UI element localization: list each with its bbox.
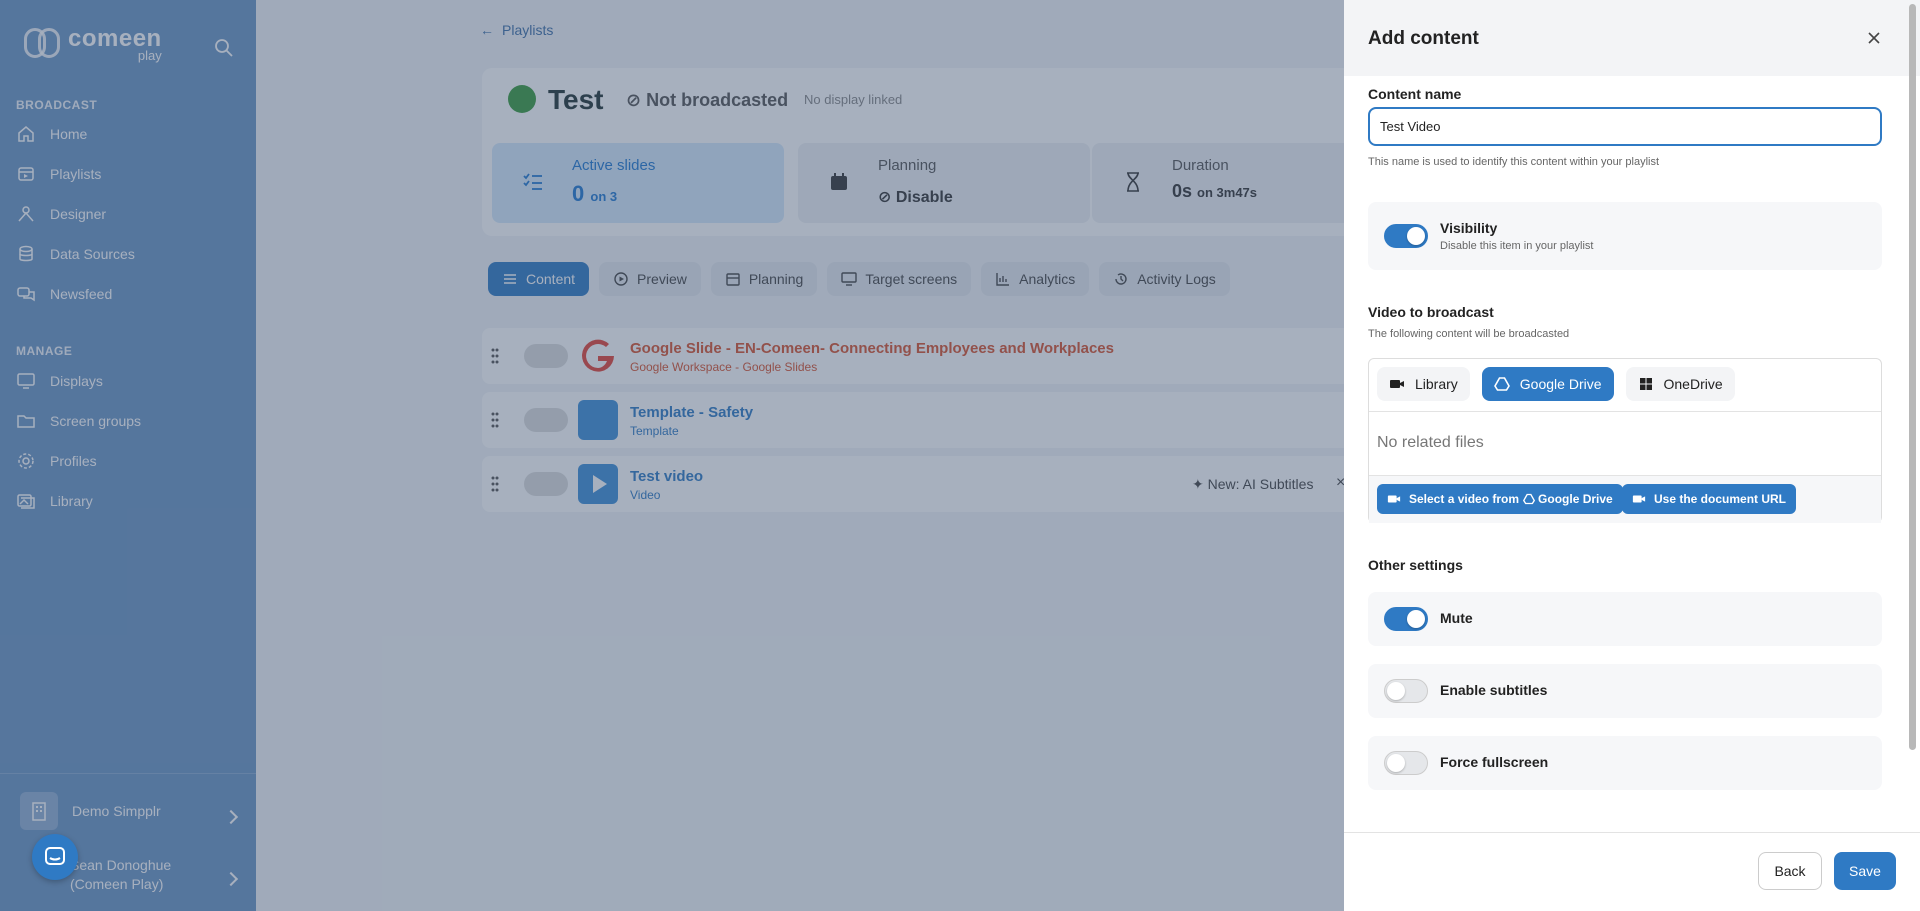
save-button[interactable]: Save [1834,852,1896,890]
chat-launcher-button[interactable] [32,834,78,880]
add-content-drawer: Add content Content name This name is us… [1344,0,1920,911]
source-tabs: Library Google Drive OneDrive [1377,367,1735,401]
content-name-label: Content name [1368,86,1462,102]
back-button[interactable]: Back [1758,852,1822,890]
close-icon[interactable] [1866,30,1882,46]
video-label: Video to broadcast [1368,304,1494,320]
google-drive-icon [1523,493,1536,505]
fullscreen-label: Force fullscreen [1440,754,1549,770]
windows-icon [1639,378,1652,390]
divider [1369,411,1881,412]
fullscreen-card: Force fullscreen [1368,736,1882,790]
video-hint: The following content will be broadcaste… [1368,328,1570,340]
source-actions: Select a video from Google Drive Use the… [1369,475,1881,523]
video-camera-icon [1387,495,1401,503]
subtitles-card: Enable subtitles [1368,664,1882,718]
google-drive-icon [1493,377,1510,391]
drawer-title: Add content [1368,28,1479,49]
visibility-sub: Disable this item in your playlist [1440,240,1594,252]
video-camera-icon [1632,495,1646,503]
drawer-header: Add content [1344,0,1920,76]
modal-backdrop[interactable] [0,0,1344,911]
fullscreen-toggle[interactable] [1384,751,1428,775]
content-name-hint: This name is used to identify this conte… [1368,156,1660,168]
use-document-url-button[interactable]: Use the document URL [1622,484,1797,514]
visibility-card: Visibility Disable this item in your pla… [1368,202,1882,270]
content-name-input[interactable] [1368,107,1882,146]
subtitles-toggle[interactable] [1384,679,1428,703]
tab-onedrive[interactable]: OneDrive [1625,367,1735,401]
video-camera-icon [1390,380,1404,388]
no-files-text: No related files [1377,434,1484,451]
visibility-label: Visibility [1440,220,1498,236]
mute-label: Mute [1440,610,1473,626]
tab-library[interactable]: Library [1377,367,1470,401]
video-source-box: Library Google Drive OneDrive No related… [1368,358,1882,523]
other-settings-title: Other settings [1368,557,1463,573]
visibility-toggle[interactable] [1384,224,1428,248]
chat-icon [45,847,65,865]
subtitles-label: Enable subtitles [1440,682,1548,698]
footer-divider [1344,832,1920,833]
mute-card: Mute [1368,592,1882,646]
drawer-scrollbar[interactable] [1909,4,1916,750]
tab-google-drive[interactable]: Google Drive [1481,367,1614,401]
select-google-drive-video-button[interactable]: Select a video from Google Drive [1377,484,1623,514]
mute-toggle[interactable] [1384,607,1428,631]
